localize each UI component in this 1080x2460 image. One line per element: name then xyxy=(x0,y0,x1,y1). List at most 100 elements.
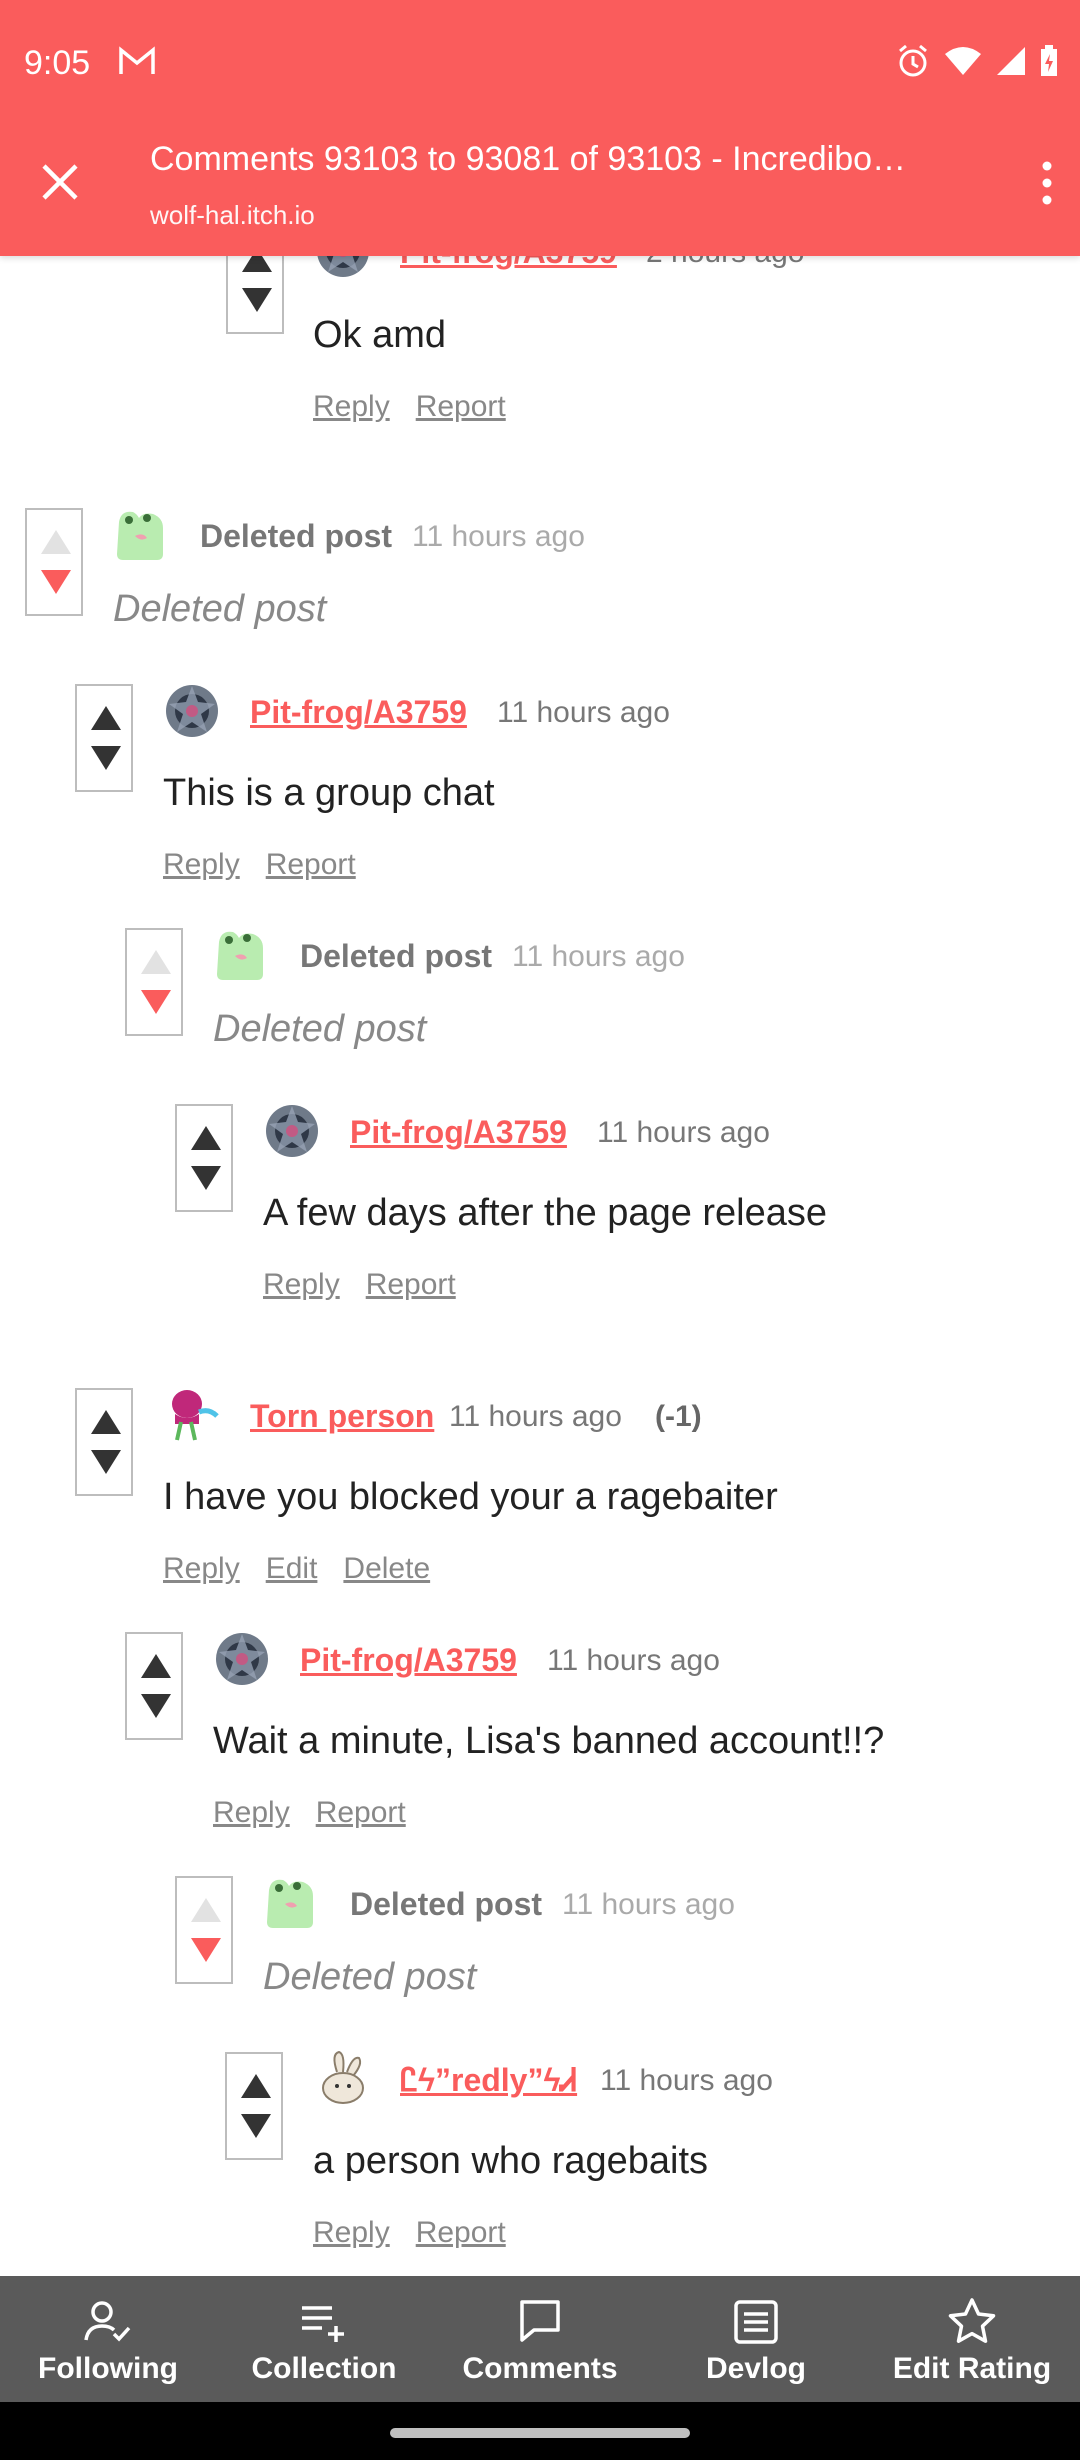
upvote-icon[interactable] xyxy=(240,256,274,274)
comment-author: Deleted post xyxy=(350,1886,543,1922)
upvote-icon[interactable] xyxy=(239,2072,273,2100)
reply-link[interactable]: Reply xyxy=(163,848,240,881)
upvote-icon[interactable] xyxy=(89,1408,123,1436)
comment-time: 11 hours ago xyxy=(562,1888,735,1921)
star-icon xyxy=(948,2298,996,2343)
upvote-icon[interactable] xyxy=(139,948,173,976)
avatar xyxy=(263,1874,321,1932)
vote-box xyxy=(25,508,83,616)
comment-author[interactable]: Pit-frog/A3759 xyxy=(400,256,617,271)
comment-author[interactable]: Pit-frog/A3759 xyxy=(300,1642,517,1679)
home-gesture-bar[interactable] xyxy=(390,2428,690,2438)
more-options-icon[interactable] xyxy=(1040,160,1054,206)
avatar[interactable] xyxy=(314,256,372,280)
avatar[interactable] xyxy=(163,1386,221,1444)
vote-box xyxy=(175,1876,233,1984)
page-url: wolf-hal.itch.io xyxy=(150,200,315,230)
comment-actions: Reply Report xyxy=(313,2216,532,2250)
reply-link[interactable]: Reply xyxy=(213,1796,290,1829)
downvote-icon[interactable] xyxy=(240,286,274,314)
close-icon[interactable] xyxy=(36,158,84,206)
avatar[interactable] xyxy=(163,682,221,740)
downvote-icon[interactable] xyxy=(189,1936,223,1964)
comment-body: Wait a minute, Lisa's banned account!!? xyxy=(213,1720,885,1762)
comment-actions: Reply Report xyxy=(313,390,532,424)
nav-devlog[interactable]: Devlog xyxy=(648,2276,864,2402)
newspaper-icon xyxy=(734,2300,778,2344)
vote-box xyxy=(75,684,133,792)
comment-time: 11 hours ago xyxy=(547,1644,720,1677)
signal-icon xyxy=(997,47,1025,75)
browser-header: 9:05 Comments 93103 to 93081 of 93103 - … xyxy=(0,0,1080,256)
report-link[interactable]: Report xyxy=(366,1268,456,1301)
reply-link[interactable]: Reply xyxy=(263,1268,340,1301)
vote-box xyxy=(175,1104,233,1212)
comment-time: 11 hours ago xyxy=(600,2064,773,2097)
avatar[interactable] xyxy=(313,2050,371,2108)
upvote-icon[interactable] xyxy=(89,704,123,732)
report-link[interactable]: Report xyxy=(416,390,506,423)
delete-link[interactable]: Delete xyxy=(343,1552,430,1585)
downvote-icon[interactable] xyxy=(189,1164,223,1192)
reply-link[interactable]: Reply xyxy=(313,390,390,423)
downvote-icon[interactable] xyxy=(239,2112,273,2140)
comments-list: Pit-frog/A3759 2 hours ago Ok amd ReplyR… xyxy=(0,256,1080,2276)
battery-icon xyxy=(1041,45,1057,76)
nav-edit-rating[interactable]: Edit Rating xyxy=(864,2276,1080,2402)
comment-time: 11 hours ago xyxy=(512,940,685,973)
comment-time: 2 hours ago xyxy=(646,256,804,270)
vote-box xyxy=(225,2052,283,2160)
comment-time: 11 hours ago xyxy=(449,1400,622,1433)
downvote-icon[interactable] xyxy=(139,988,173,1016)
vote-box xyxy=(75,1388,133,1496)
comment-author[interactable]: Torn person xyxy=(250,1398,434,1435)
upvote-icon[interactable] xyxy=(39,528,73,556)
user-check-icon xyxy=(84,2301,131,2342)
comment-author[interactable]: Ꮭϟ”redly”ϟᏗ xyxy=(400,2062,577,2100)
list-plus-icon xyxy=(302,2306,344,2342)
downvote-icon[interactable] xyxy=(39,568,73,596)
nav-label: Edit Rating xyxy=(892,2352,1052,2385)
comment-author[interactable]: Pit-frog/A3759 xyxy=(250,694,467,731)
wifi-icon xyxy=(945,47,981,75)
report-link[interactable]: Report xyxy=(266,848,356,881)
comment-body: A few days after the page release xyxy=(263,1192,828,1234)
comment-actions: Reply Report xyxy=(163,848,382,882)
gesture-area xyxy=(0,2402,1080,2460)
bottom-nav: Following Collection Comments Devlog Edi… xyxy=(0,2276,1080,2402)
comment-actions: Reply Edit Delete xyxy=(163,1552,456,1586)
comment-time: 11 hours ago xyxy=(412,520,585,553)
upvote-icon[interactable] xyxy=(189,1896,223,1924)
comment-actions: Reply Report xyxy=(263,1268,482,1302)
downvote-icon[interactable] xyxy=(89,1448,123,1476)
upvote-icon[interactable] xyxy=(189,1124,223,1152)
comment-body: I have you blocked your a ragebaiter xyxy=(163,1476,778,1518)
avatar xyxy=(213,926,271,984)
alarm-icon xyxy=(899,44,927,77)
comment-time: 11 hours ago xyxy=(497,696,670,729)
nav-label: Comments xyxy=(462,2352,618,2385)
reply-link[interactable]: Reply xyxy=(313,2216,390,2249)
page-title: Comments 93103 to 93081 of 93103 - Incre… xyxy=(150,140,907,178)
comment-body: Deleted post xyxy=(113,588,327,630)
gmail-icon xyxy=(119,46,155,74)
nav-collection[interactable]: Collection xyxy=(216,2276,432,2402)
downvote-icon[interactable] xyxy=(89,744,123,772)
report-link[interactable]: Report xyxy=(316,1796,406,1829)
reply-link[interactable]: Reply xyxy=(163,1552,240,1585)
avatar[interactable] xyxy=(213,1630,271,1688)
downvote-icon[interactable] xyxy=(139,1692,173,1720)
nav-comments[interactable]: Comments xyxy=(432,2276,648,2402)
avatar xyxy=(113,506,171,564)
chat-bubble-icon xyxy=(520,2300,560,2342)
comment-author[interactable]: Pit-frog/A3759 xyxy=(350,1114,567,1151)
nav-following[interactable]: Following xyxy=(0,2276,216,2402)
comment-author: Deleted post xyxy=(300,938,493,974)
report-link[interactable]: Report xyxy=(416,2216,506,2249)
comment-body: Ok amd xyxy=(313,314,447,356)
edit-link[interactable]: Edit xyxy=(266,1552,318,1585)
comment-body: This is a group chat xyxy=(163,772,495,814)
avatar[interactable] xyxy=(263,1102,321,1160)
comment-author: Deleted post xyxy=(200,518,393,554)
upvote-icon[interactable] xyxy=(139,1652,173,1680)
